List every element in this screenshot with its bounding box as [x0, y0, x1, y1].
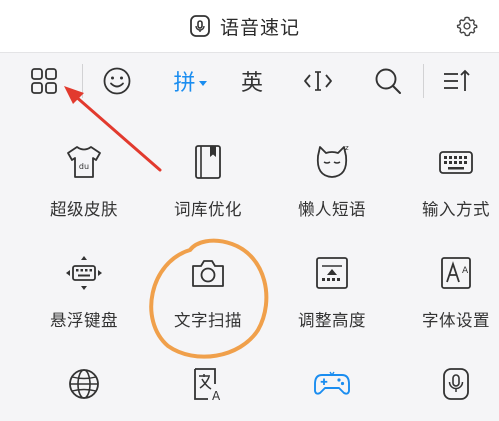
- chevron-down-icon: [198, 80, 207, 86]
- svg-text:A: A: [462, 266, 469, 276]
- grid-menu-icon: [31, 68, 57, 94]
- grid-item-text-scan[interactable]: 文字扫描: [146, 253, 270, 331]
- voice-memo-icon: [190, 15, 210, 37]
- grid-item-dict-optimize[interactable]: 词库优化: [146, 142, 270, 220]
- floating-keyboard-icon: [66, 256, 102, 290]
- gamepad-icon: [314, 371, 350, 395]
- cursor-edit-icon: [304, 71, 332, 91]
- grid-item-label: 悬浮键盘: [50, 311, 118, 330]
- top-bar: 语音速记: [0, 0, 499, 53]
- grid-item-voice[interactable]: [394, 364, 499, 418]
- grid-item-floating-keyboard[interactable]: 悬浮键盘: [22, 253, 146, 331]
- grid-item-label: 字体设置: [422, 311, 490, 330]
- toolbar-collapse-button[interactable]: [438, 63, 474, 99]
- english-label: 英: [240, 71, 263, 96]
- toolbar-divider: [82, 64, 83, 98]
- toolbar-cursor-button[interactable]: [300, 63, 336, 99]
- svg-text:z: z: [345, 144, 349, 152]
- translate-icon: A: [194, 368, 221, 403]
- grid-item-gamepad[interactable]: [270, 364, 394, 418]
- keyboard-toolbar: 拼 英: [0, 53, 499, 109]
- svg-text:du: du: [79, 162, 89, 171]
- toolbar-emoji-button[interactable]: [99, 63, 135, 99]
- collapse-keyboard-icon: [444, 69, 470, 91]
- font-icon: A: [441, 257, 471, 289]
- grid-item-input-method[interactable]: 输入方式: [394, 142, 499, 220]
- pinyin-label: 拼: [173, 71, 196, 96]
- camera-icon: [192, 260, 224, 287]
- grid-item-label: 输入方式: [422, 200, 490, 219]
- microphone-icon: [443, 368, 469, 400]
- book-dictionary-icon: [195, 145, 221, 179]
- grid-item-super-skin[interactable]: du 超级皮肤: [22, 142, 146, 220]
- gear-icon[interactable]: [456, 15, 478, 37]
- grid-item-label: 超级皮肤: [50, 200, 118, 219]
- toolbar-english-button[interactable]: 英: [236, 63, 268, 99]
- adjust-height-icon: [316, 257, 348, 289]
- tshirt-skin-icon: du: [67, 146, 101, 178]
- search-icon: [375, 68, 401, 94]
- grid-item-label: 文字扫描: [174, 311, 242, 330]
- grid-item-adjust-height[interactable]: 调整高度: [270, 253, 394, 331]
- grid-item-font-settings[interactable]: A 字体设置: [394, 253, 499, 331]
- sleepy-cat-icon: z: [316, 144, 349, 178]
- page-title: 语音速记: [220, 16, 301, 39]
- grid-item-label: 调整高度: [298, 311, 366, 330]
- svg-text:A: A: [212, 389, 221, 403]
- grid-item-label: 词库优化: [174, 200, 242, 219]
- grid-item-globe[interactable]: [22, 364, 146, 418]
- keyboard-icon: [439, 151, 473, 174]
- grid-item-lazy-phrases[interactable]: z 懒人短语: [270, 142, 394, 220]
- globe-icon: [69, 369, 99, 399]
- voice-memo-title[interactable]: 语音速记: [188, 13, 300, 39]
- toolbar-divider: [423, 64, 424, 98]
- toolbar-search-button[interactable]: [370, 63, 406, 99]
- grid-item-translate[interactable]: A: [146, 364, 270, 418]
- toolbar-menu-button[interactable]: [26, 63, 62, 99]
- feature-grid: du 超级皮肤 词库优化 z 懒人短语 输入方式 悬浮键盘 文字扫描 调整高度 …: [0, 110, 499, 421]
- toolbar-pinyin-button[interactable]: 拼: [168, 63, 212, 99]
- grid-item-label: 懒人短语: [298, 200, 366, 219]
- emoji-icon: [103, 67, 131, 95]
